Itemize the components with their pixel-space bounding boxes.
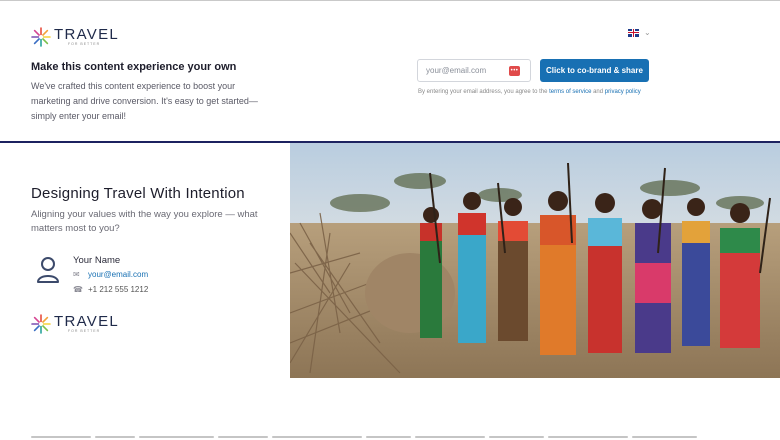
phone-icon: ☎ <box>73 285 83 294</box>
cobrand-description: We've crafted this content experience to… <box>31 81 258 121</box>
card-title: Designing Travel With Intention <box>31 185 245 202</box>
brand-tagline: FOR BETTER <box>68 329 101 334</box>
contact-phone: +1 212 555 1212 <box>88 285 149 294</box>
brand-logo-icon <box>31 27 51 47</box>
brand-logo-card: TRAVEL FOR BETTER <box>31 314 119 334</box>
privacy-policy-link[interactable]: privacy policy <box>605 89 641 95</box>
envelope-icon: ✉ <box>73 270 80 279</box>
card-subtitle: Aligning your values with the way you ex… <box>31 209 258 234</box>
chevron-down-icon: ⌄ <box>644 28 651 37</box>
brand-name: TRAVEL <box>54 26 120 44</box>
password-manager-icon[interactable]: ••• <box>509 66 520 76</box>
language-selector[interactable]: ⌄ <box>628 28 651 37</box>
cobrand-share-button[interactable]: Click to co-brand & share <box>540 59 649 82</box>
contact-phone-row[interactable]: ☎ +1 212 555 1212 <box>73 285 148 294</box>
contact-email-row[interactable]: ✉ your@email.com <box>73 270 148 279</box>
terms-of-service-link[interactable]: terms of service <box>549 89 591 95</box>
brand-name: TRAVEL <box>54 313 120 331</box>
email-input[interactable]: your@email.com ••• <box>417 59 531 82</box>
uk-flag-icon <box>628 28 639 37</box>
contact-email[interactable]: your@email.com <box>88 270 148 279</box>
cobrand-title: Make this content experience your own <box>31 61 237 73</box>
brand-tagline: FOR BETTER <box>68 42 101 47</box>
email-placeholder: your@email.com <box>426 66 487 75</box>
cobrand-header: TRAVEL FOR BETTER ⌄ Make this content ex… <box>0 1 780 141</box>
body-text-preview <box>31 436 751 440</box>
contact-name: Your Name <box>73 255 121 266</box>
brand-logo[interactable]: TRAVEL FOR BETTER <box>31 27 119 47</box>
terms-notice: By entering your email address, you agre… <box>418 89 641 95</box>
hero-photo <box>290 143 780 378</box>
user-avatar-icon <box>37 257 59 283</box>
brand-logo-icon <box>31 314 51 334</box>
